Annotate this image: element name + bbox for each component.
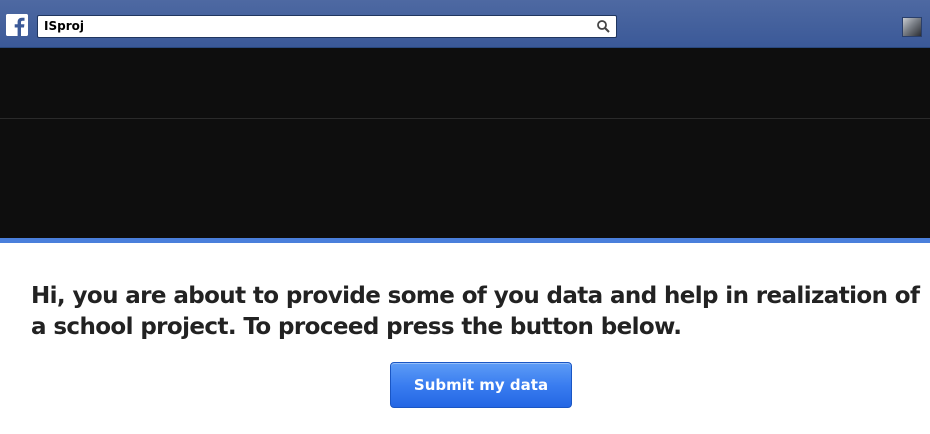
avatar[interactable] bbox=[902, 17, 922, 37]
submit-data-button[interactable]: Submit my data bbox=[390, 362, 572, 408]
search-box[interactable]: ISproj bbox=[37, 15, 617, 38]
app-canvas-dark-area bbox=[0, 48, 930, 238]
divider bbox=[0, 118, 930, 119]
accent-stripe bbox=[0, 238, 930, 243]
intro-message: Hi, you are about to provide some of you… bbox=[31, 283, 920, 340]
search-input[interactable]: ISproj bbox=[44, 18, 84, 35]
facebook-f-icon[interactable] bbox=[6, 14, 28, 36]
search-icon[interactable] bbox=[596, 19, 611, 34]
facebook-top-bar: ISproj bbox=[0, 0, 930, 48]
